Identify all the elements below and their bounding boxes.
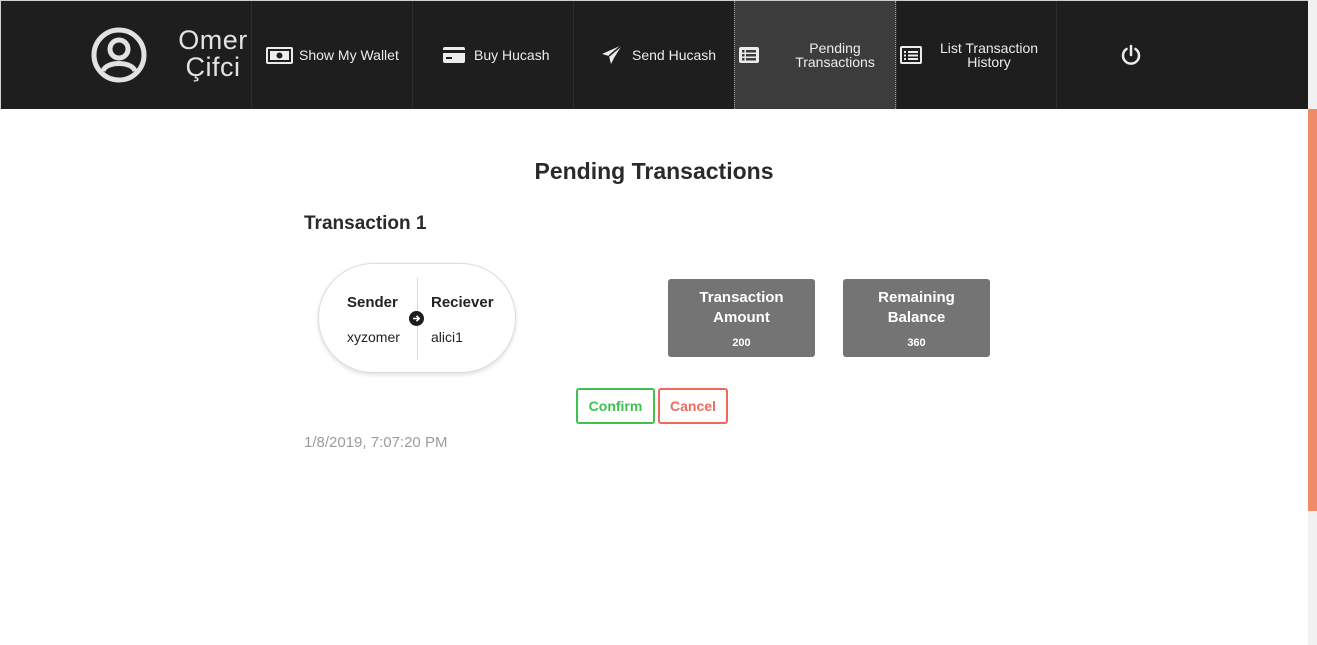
user-profile: Omer Çifci [91,27,251,87]
transaction-title: Transaction 1 [304,213,427,234]
nav-label: Pending Transactions [795,40,875,70]
receiver-label: Reciever [431,294,494,311]
nav-show-my-wallet[interactable]: Show My Wallet [251,1,412,109]
nav-label: Show My Wallet [299,47,399,63]
transaction-amount-value: 200 [732,337,751,349]
nav-send-hucash[interactable]: Send Hucash [573,1,734,109]
arrow-right-icon [409,311,424,326]
nav-pending-transactions[interactable]: Pending Transactions [734,1,896,109]
nav-label: Buy Hucash [474,47,550,63]
power-icon [1117,41,1145,69]
page-title: Pending Transactions [534,158,774,184]
list-icon [897,41,925,69]
transaction-amount-label: Transaction Amount [699,289,784,326]
sender-label: Sender [347,294,398,311]
transaction-timestamp: 1/8/2019, 7:07:20 PM [304,434,448,451]
user-circle-icon [91,27,147,83]
money-bill-icon [265,41,293,69]
user-first-name: Omer [178,25,248,55]
top-navbar: Omer Çifci Show My Wallet Buy Hucash Sen… [0,0,1308,109]
user-name: Omer Çifci [173,27,253,81]
credit-card-icon [440,41,468,69]
receiver-value: alici1 [431,329,463,345]
sender-receiver-card: Sender xyzomer Reciever alici1 [318,263,516,373]
remaining-balance-label: Remaining Balance [878,289,955,326]
remaining-balance-value: 360 [907,337,926,349]
paper-plane-icon [598,41,626,69]
user-last-name: Çifci [185,52,241,82]
confirm-button[interactable]: Confirm [576,388,655,424]
cancel-button[interactable]: Cancel [658,388,728,424]
scrollbar-thumb[interactable] [1308,109,1317,511]
remaining-balance-box: Remaining Balance 360 [843,279,990,357]
nav-label: Send Hucash [632,47,717,63]
logout-button[interactable] [1056,1,1204,109]
sender-value: xyzomer [347,329,400,345]
list-alt-icon [735,41,763,69]
nav-label: List Transaction History [939,40,1039,70]
transaction-amount-box: Transaction Amount 200 [668,279,815,357]
nav-list-transaction-history[interactable]: List Transaction History [896,1,1056,109]
nav-buy-hucash[interactable]: Buy Hucash [412,1,573,109]
